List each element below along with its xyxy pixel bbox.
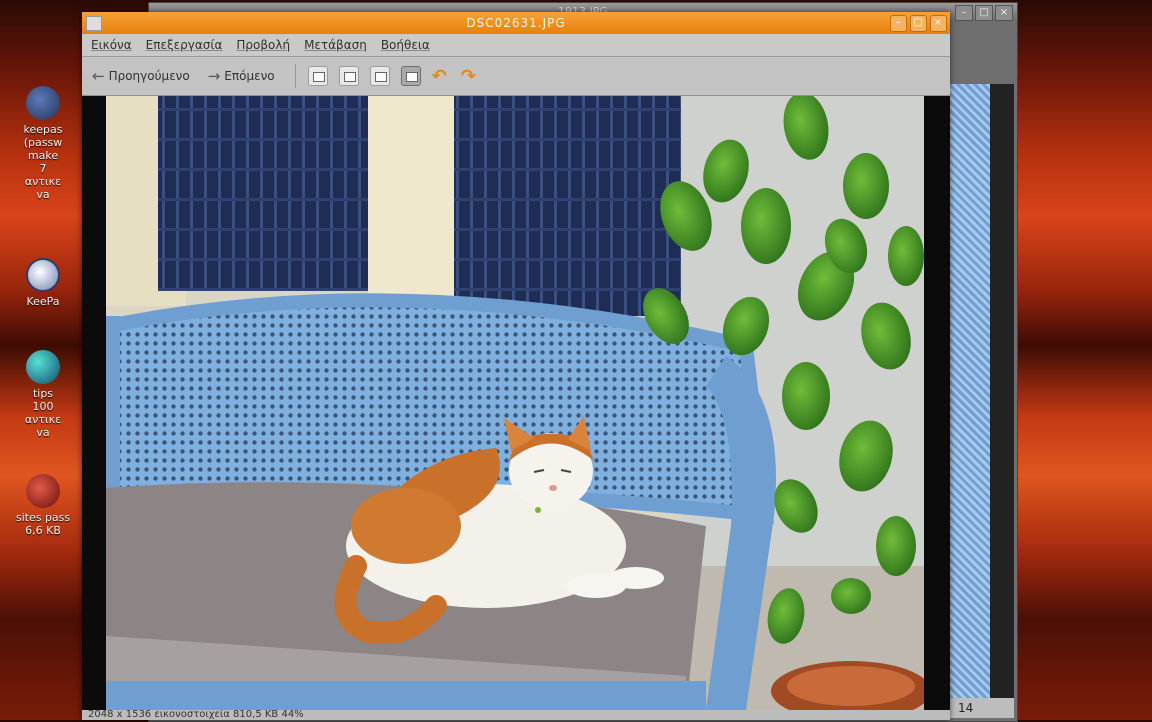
desktop-icon-label: KeePa xyxy=(26,295,60,308)
toolbar: ← Προηγούμενο → Επόμενο ↶ ↷ xyxy=(82,57,950,96)
arrow-right-icon: → xyxy=(207,67,221,85)
minimize-icon[interactable]: – xyxy=(890,15,907,32)
menu-bar: Εικόνα Επεξεργασία Προβολή Μετάβαση Βοήθ… xyxy=(82,34,950,57)
close-icon[interactable]: × xyxy=(995,5,1013,21)
background-scroll-area xyxy=(990,84,1014,698)
zoom-normal-button[interactable] xyxy=(369,66,390,86)
menu-image[interactable]: Εικόνα xyxy=(91,38,132,52)
app-icon xyxy=(86,16,102,31)
window-titlebar[interactable]: DSC02631.JPG – □ × xyxy=(82,12,950,34)
menu-view[interactable]: Προβολή xyxy=(236,38,290,52)
arrow-left-icon: ← xyxy=(92,67,105,85)
folder-icon xyxy=(26,86,60,120)
globe-icon xyxy=(26,350,60,384)
desktop-icon-sites-pass[interactable]: sites pass 6,6 KB xyxy=(6,474,80,537)
menu-help[interactable]: Βοήθεια xyxy=(381,38,430,52)
menu-edit[interactable]: Επεξεργασία xyxy=(146,38,223,52)
next-button[interactable]: → Επόμενο xyxy=(208,67,275,85)
window-title: DSC02631.JPG xyxy=(466,16,566,30)
next-label: Επόμενο xyxy=(224,69,275,83)
previous-label: Προηγούμενο xyxy=(108,69,190,83)
background-image-strip xyxy=(950,84,990,698)
menu-go[interactable]: Μετάβαση xyxy=(304,38,367,52)
photo-cat-on-bench xyxy=(106,96,924,710)
image-canvas[interactable] xyxy=(82,96,950,710)
maximize-icon[interactable]: □ xyxy=(910,15,927,32)
lock-icon xyxy=(26,258,60,292)
close-icon[interactable]: × xyxy=(930,15,947,32)
desktop-icon-keepass[interactable]: KeePa xyxy=(6,258,80,308)
zoom-fit-button[interactable] xyxy=(400,66,421,86)
rotate-left-icon[interactable]: ↶ xyxy=(432,66,447,87)
zoom-out-button[interactable] xyxy=(338,66,359,86)
photo-illustration xyxy=(106,96,924,710)
desktop-icon-label: sites pass 6,6 KB xyxy=(15,511,71,537)
zoom-in-button[interactable] xyxy=(307,66,328,86)
desktop-icon-label: tips 100 αντικε va xyxy=(24,387,62,439)
rotate-right-icon[interactable]: ↷ xyxy=(461,66,476,87)
desktop-icon-keepass-folder[interactable]: keepas (passw make 7 αντικε va xyxy=(6,86,80,201)
background-status-count: 14 xyxy=(950,698,1014,718)
sites-pass-icon xyxy=(26,474,60,508)
minimize-icon[interactable]: – xyxy=(955,5,973,21)
desktop-icon-tips[interactable]: tips 100 αντικε va xyxy=(6,350,80,439)
toolbar-separator xyxy=(294,64,296,88)
image-viewer-window[interactable]: DSC02631.JPG – □ × Εικόνα Επεξεργασία Πρ… xyxy=(82,12,950,720)
maximize-icon[interactable]: □ xyxy=(975,5,993,21)
previous-button[interactable]: ← Προηγούμενο xyxy=(92,67,190,85)
desktop-icon-label: keepas (passw make 7 αντικε va xyxy=(23,123,63,201)
status-bar: 2048 x 1536 εικονοστοιχεία 810,5 KB 44% xyxy=(82,710,950,720)
